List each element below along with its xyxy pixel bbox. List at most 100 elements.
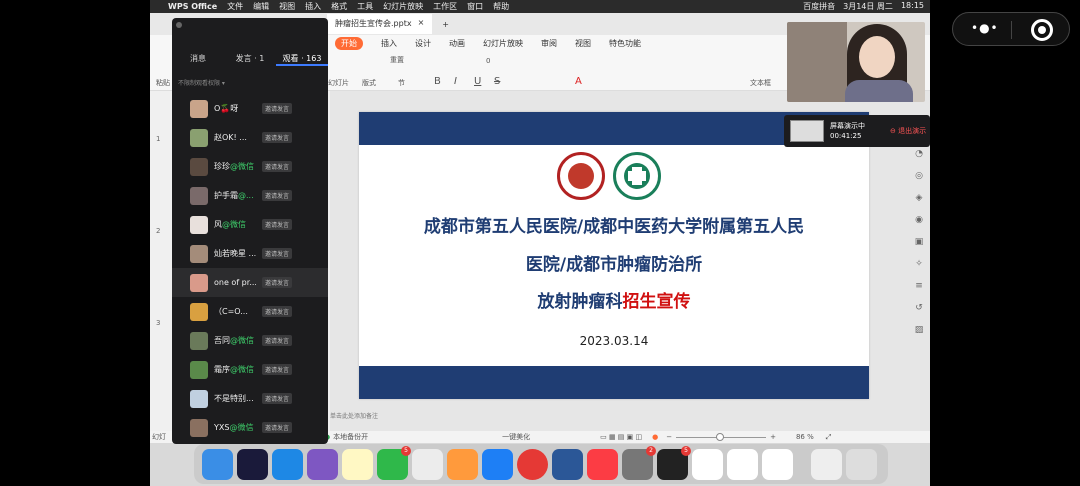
backup-status[interactable]: 本地备份开 (333, 432, 368, 442)
layout-button[interactable]: 版式 (362, 78, 376, 88)
invite-speak-button[interactable]: 邀请发言 (262, 190, 293, 201)
sidebar-tool-icon[interactable]: ◈ (916, 193, 923, 203)
invite-speak-button[interactable]: 邀请发言 (262, 393, 293, 404)
slide-canvas[interactable]: 成都市第五人民医院/成都中医药大学附属第五人民 医院/成都市肿瘤防治所 放射肿瘤… (359, 112, 869, 399)
list-item[interactable]: 珍珍@微信 邀请发言 (172, 152, 328, 181)
view-mode-icons[interactable]: ▭ ▦ ▤ ▣ ◫ (600, 433, 642, 441)
zoom-slider[interactable] (676, 432, 767, 441)
menu-insert[interactable]: 插入 (305, 1, 321, 12)
invite-speak-button[interactable]: 邀请发言 (262, 219, 293, 230)
sidebar-tool-icon[interactable]: ◔ (915, 149, 923, 159)
tab-speakers[interactable]: 发言 · 1 (224, 53, 276, 66)
close-icon[interactable]: × (418, 18, 425, 30)
menu-workspace[interactable]: 工作区 (433, 1, 457, 12)
sidebar-tool-icon[interactable]: ≡ (915, 281, 923, 291)
photos-icon[interactable] (447, 448, 478, 480)
tab-animation[interactable]: 动画 (449, 38, 465, 49)
invite-speak-button[interactable]: 邀请发言 (262, 161, 293, 172)
music-icon[interactable] (587, 448, 618, 480)
menu-edit[interactable]: 编辑 (253, 1, 269, 12)
document-tab[interactable]: 肿瘤招生宣传会.pptx × (327, 14, 433, 34)
tab-design[interactable]: 设计 (415, 38, 431, 49)
menu-format[interactable]: 格式 (331, 1, 347, 12)
menubar-app-name[interactable]: WPS Office (168, 2, 217, 11)
invite-speak-button[interactable]: 邀请发言 (262, 364, 293, 375)
textbox-button[interactable]: 文本框 (750, 78, 771, 88)
menu-help[interactable]: 帮助 (493, 1, 509, 12)
notes-hint[interactable]: 单击此处添加备注 (330, 411, 378, 420)
facetime-icon[interactable]: 5 (377, 445, 411, 480)
list-item[interactable]: YXS@微信 邀请发言 (172, 413, 328, 442)
more-options-icon[interactable]: •●• (971, 21, 999, 35)
zoom-in-icon[interactable]: + (770, 433, 776, 441)
invite-speak-button[interactable]: 邀请发言 (262, 306, 293, 317)
qq-icon[interactable]: 5 (657, 445, 691, 480)
tab-start[interactable]: 开始 (335, 36, 363, 50)
sidebar-tool-icon[interactable]: ▣ (915, 237, 924, 247)
list-item[interactable]: O🍒呀 邀请发言 (172, 94, 328, 123)
list-item[interactable]: 护手霜@... 邀请发言 (172, 181, 328, 210)
sidebar-tool-icon[interactable]: ✧ (915, 259, 923, 269)
list-item[interactable]: 吾同@微信 邀请发言 (172, 326, 328, 355)
input-method-label[interactable]: 百度拼音 (803, 1, 835, 12)
invite-speak-button[interactable]: 邀请发言 (262, 335, 293, 346)
history-icon[interactable]: ↺ (915, 303, 923, 313)
tab-slideshow[interactable]: 幻灯片放映 (483, 38, 523, 49)
menu-file[interactable]: 文件 (227, 1, 243, 12)
invite-speak-button[interactable]: 邀请发言 (262, 277, 293, 288)
sidebar-tool-icon[interactable]: ◎ (915, 171, 923, 181)
invite-speak-button[interactable]: 邀请发言 (262, 103, 293, 114)
beautify-button[interactable]: 一键美化 (502, 432, 530, 442)
strikethrough-icon[interactable]: S (494, 76, 500, 87)
tab-insert[interactable]: 插入 (381, 38, 397, 49)
screenshot-icon[interactable] (412, 448, 443, 480)
upload-icon[interactable] (692, 448, 723, 480)
sidebar-tool-icon[interactable]: ▨ (915, 325, 924, 335)
zoom-out-icon[interactable]: − (666, 433, 672, 441)
system-preferences-icon[interactable]: 2 (622, 445, 656, 480)
bold-icon[interactable]: B (434, 76, 441, 87)
word-icon[interactable] (552, 448, 583, 480)
sidebar-tool-icon[interactable]: ◉ (915, 215, 923, 225)
fit-window-icon[interactable]: ⤢ (826, 433, 832, 442)
documents-stack-icon[interactable] (811, 448, 842, 480)
menu-view[interactable]: 视图 (279, 1, 295, 12)
zoom-level[interactable]: 86 % (796, 433, 814, 441)
underline-icon[interactable]: U (474, 76, 481, 87)
invite-speak-button[interactable]: 邀请发言 (262, 422, 293, 433)
reset-button[interactable]: 重置 (390, 55, 404, 65)
tab-features[interactable]: 特色功能 (609, 38, 641, 49)
font-color-icon[interactable]: A (575, 76, 582, 87)
list-item[interactable]: 霜序@微信 邀请发言 (172, 355, 328, 384)
invite-speak-button[interactable]: 邀请发言 (262, 248, 293, 259)
play-icon[interactable]: ● (652, 433, 658, 441)
record-icon[interactable] (1031, 19, 1053, 41)
section-button[interactable]: 节 (398, 78, 405, 88)
finder-icon[interactable] (202, 448, 233, 480)
list-item[interactable]: （C=O... 邀请发言 (172, 297, 328, 326)
menu-tools[interactable]: 工具 (357, 1, 373, 12)
list-item[interactable]: 不是特别... 邀请发言 (172, 384, 328, 413)
siri-icon[interactable] (237, 448, 268, 480)
notes-icon[interactable] (342, 448, 373, 480)
new-tab-icon[interactable]: + (442, 20, 449, 29)
camera-preview[interactable] (787, 22, 925, 102)
list-item[interactable]: one of pr... 邀请发言 (172, 268, 328, 297)
invite-speak-button[interactable]: 邀请发言 (262, 132, 293, 143)
stop-share-button[interactable]: ⊖ 退出演示 (890, 126, 926, 136)
tencent-meeting-icon[interactable] (762, 448, 793, 480)
tab-messages[interactable]: 消息 (172, 53, 224, 66)
app-store-icon[interactable] (482, 448, 513, 480)
paste-button[interactable]: 粘贴 (156, 78, 170, 88)
tab-review[interactable]: 审阅 (541, 38, 557, 49)
wps-icon[interactable] (727, 448, 758, 480)
trash-icon[interactable] (846, 448, 877, 480)
panel-close-dot[interactable] (176, 22, 182, 28)
list-item[interactable]: 灿若晚星 ... 邀请发言 (172, 239, 328, 268)
menu-slideshow[interactable]: 幻灯片放映 (383, 1, 423, 12)
tab-view[interactable]: 视图 (575, 38, 591, 49)
chrome-icon[interactable] (517, 448, 548, 480)
italic-icon[interactable]: I (454, 76, 457, 87)
menu-window[interactable]: 窗口 (467, 1, 483, 12)
font-size-field[interactable]: 0 (486, 57, 490, 65)
